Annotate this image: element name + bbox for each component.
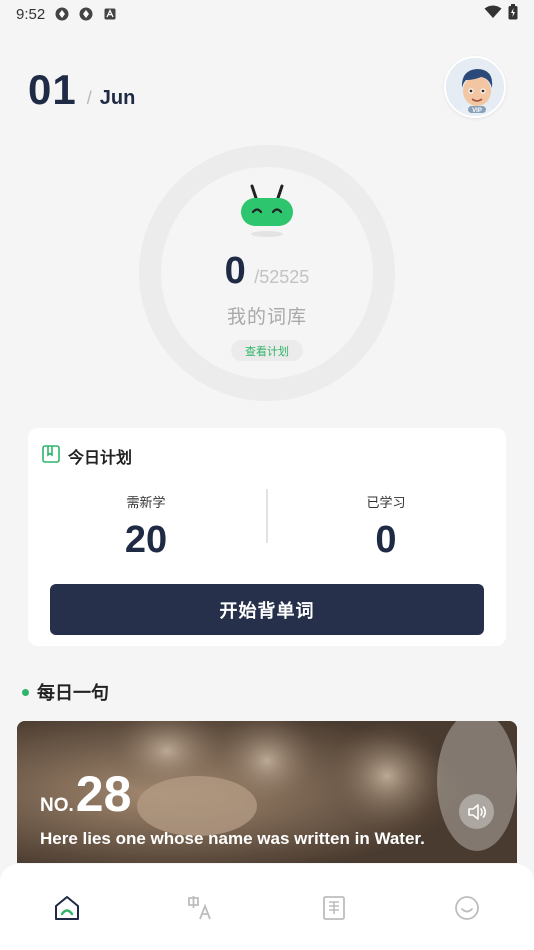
today-plan-title: 今日计划 [68, 450, 133, 467]
bullet-dot [22, 688, 29, 696]
avatar[interactable]: VIP [444, 56, 506, 118]
book-icon [322, 896, 345, 920]
sentence-number-value: 28 [75, 766, 132, 822]
date-month: Jun [99, 87, 136, 109]
bottom-nav [0, 864, 534, 950]
app-notification-icon [55, 7, 69, 21]
date-separator: / [86, 88, 92, 108]
sentence-english: Here lies one whose name was written in … [40, 829, 425, 848]
date-day: 01 [28, 66, 77, 113]
sentence-number: NO. 28 [40, 769, 131, 819]
start-learning-button[interactable]: 开始背单词 [50, 584, 484, 635]
sentence-number-prefix: NO. [40, 795, 74, 816]
date-header: 01 / Jun [28, 66, 135, 114]
learned-words-label: 已学习 [366, 495, 406, 510]
status-bar: 9:52 [0, 0, 534, 28]
total-word-count: /52525 [254, 267, 310, 287]
notebook-icon [42, 444, 60, 468]
avatar-illustration-icon: VIP [446, 58, 504, 116]
battery-icon [508, 4, 518, 24]
new-words-value: 20 [124, 519, 168, 561]
play-audio-button[interactable] [459, 794, 494, 829]
translate-icon [188, 896, 212, 920]
learned-count: 0 /52525 [0, 250, 534, 293]
speaker-icon [467, 803, 486, 820]
today-plan-card: 今日计划 需新学 20 已学习 0 开始背单词 [28, 428, 506, 646]
word-library-label: 我的词库 [226, 307, 307, 328]
status-time: 9:52 [16, 5, 46, 23]
smile-icon [455, 896, 480, 920]
home-icon [54, 896, 79, 920]
learned-words-stat: 已学习 0 [286, 492, 486, 562]
stat-divider [266, 489, 268, 543]
new-words-label: 需新学 [126, 495, 166, 510]
app-notification-icon [79, 7, 93, 21]
a-notification-icon [103, 7, 117, 21]
nav-wordbook[interactable] [316, 892, 352, 924]
new-words-stat: 需新学 20 [46, 492, 246, 562]
daily-sentence-header: 每日一句 [22, 679, 109, 705]
nav-translate[interactable] [182, 892, 218, 924]
today-plan-header: 今日计划 [42, 444, 132, 468]
wifi-icon [484, 5, 502, 23]
daily-sentence-banner[interactable]: NO. 28 Here lies one whose name was writ… [17, 721, 517, 863]
nav-profile[interactable] [449, 892, 485, 924]
mascot-icon [236, 180, 298, 238]
daily-sentence-title: 每日一句 [37, 683, 109, 703]
nav-home[interactable] [49, 892, 85, 924]
view-plan-button[interactable]: 查看计划 [231, 340, 303, 361]
vip-badge: VIP [472, 108, 482, 114]
learned-count-value: 0 [224, 250, 246, 292]
learned-words-value: 0 [375, 519, 397, 561]
